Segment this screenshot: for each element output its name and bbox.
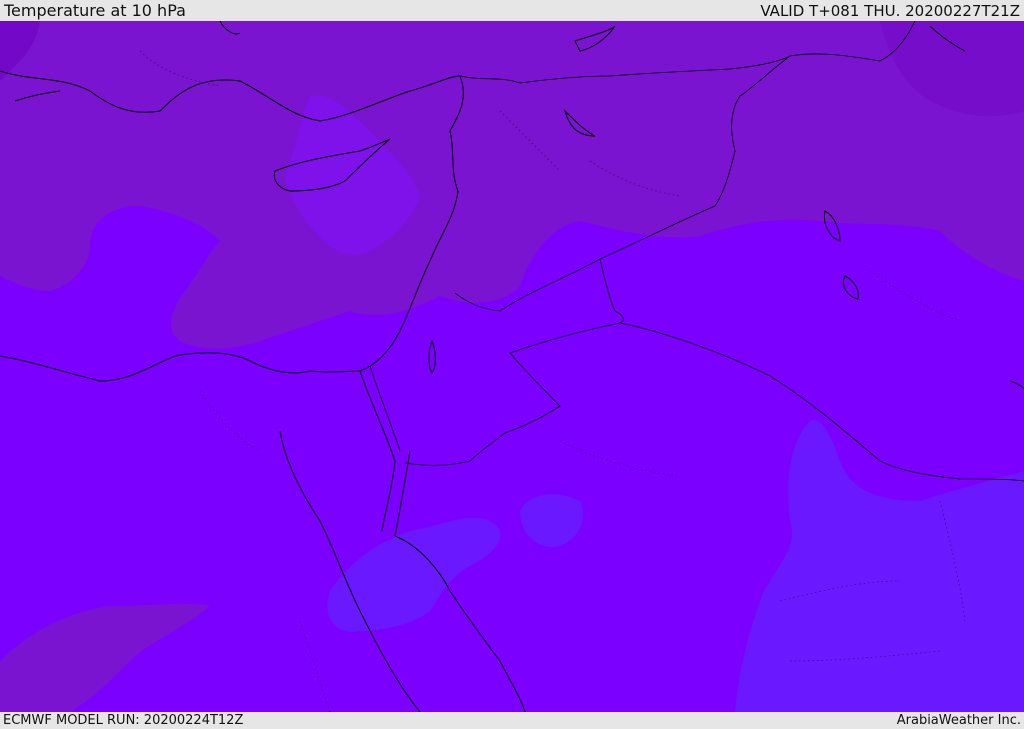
map-title: Temperature at 10 hPa	[4, 1, 186, 20]
top-bar: Temperature at 10 hPa VALID T+081 THU. 2…	[0, 0, 1024, 21]
map-canvas	[0, 21, 1024, 712]
credit-label: ArabiaWeather Inc.	[896, 713, 1021, 728]
valid-time-label: VALID T+081 THU. 20200227T21Z	[760, 2, 1020, 20]
model-run-label: ECMWF MODEL RUN: 20200224T12Z	[3, 713, 244, 728]
bottom-bar: ECMWF MODEL RUN: 20200224T12Z ArabiaWeat…	[0, 712, 1024, 729]
weather-map	[0, 21, 1024, 712]
